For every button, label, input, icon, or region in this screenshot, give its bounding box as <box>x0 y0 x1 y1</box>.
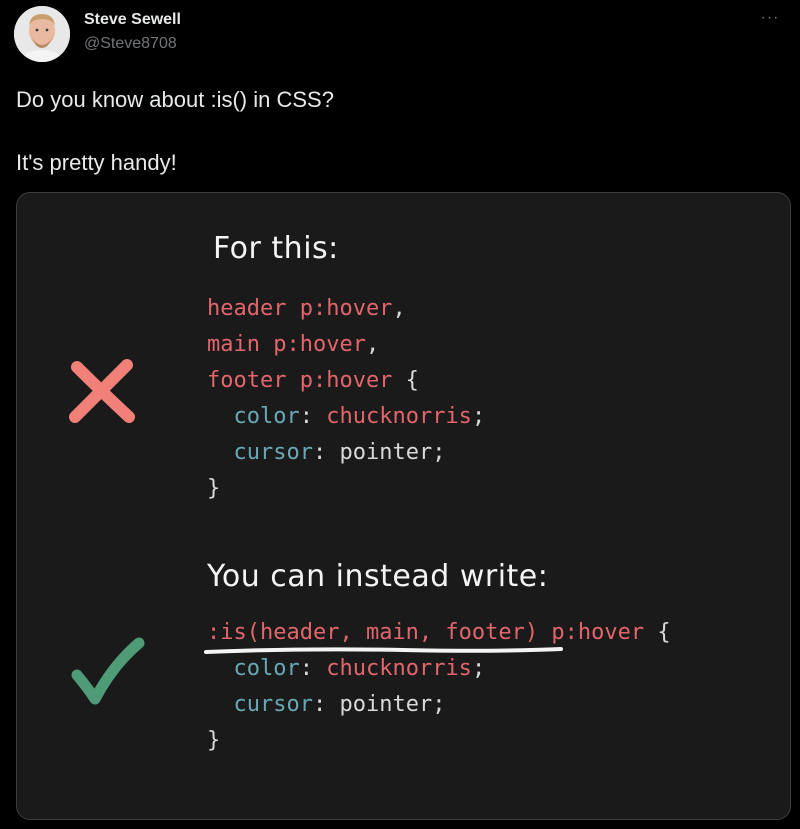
punctuation: , <box>392 296 406 321</box>
property-value: chucknorris <box>326 656 472 681</box>
code-line: cursor: pointer; <box>207 687 671 723</box>
punctuation: } <box>207 476 221 501</box>
punctuation: : <box>299 404 313 429</box>
cross-icon <box>69 359 135 423</box>
tweet-text-line-1: Do you know about :is() in CSS? <box>16 87 334 112</box>
punctuation: { <box>392 368 419 393</box>
selector-text: ) <box>524 620 539 645</box>
punctuation: : <box>312 692 327 717</box>
punctuation: { <box>644 620 671 645</box>
code-line: footer p:hover { <box>207 363 485 399</box>
tweet-media-image[interactable]: For this: header p:hover, main p:hover, fo… <box>16 192 791 820</box>
punctuation: ; <box>432 440 446 465</box>
tweet-header: Steve Sewell @Steve8708 ··· <box>14 6 786 62</box>
code-block-after: :is(header, main, footer) p:hover { colo… <box>207 615 671 759</box>
property-value: chucknorris <box>326 404 472 429</box>
selector-text: header, main, footer <box>259 620 525 645</box>
property-value: pointer <box>339 440 433 465</box>
code-line: cursor: pointer; <box>207 435 485 471</box>
tweet-text-line-2: It's pretty handy! <box>16 150 177 175</box>
property-name: cursor <box>233 440 313 465</box>
author-handle[interactable]: @Steve8708 <box>84 35 177 53</box>
punctuation: ; <box>471 656 486 681</box>
punctuation: ; <box>471 404 486 429</box>
check-icon <box>71 637 145 705</box>
handwritten-underline <box>204 647 563 654</box>
avatar-image <box>14 6 70 62</box>
more-options-button[interactable]: ··· <box>754 6 786 30</box>
punctuation: ; <box>432 692 446 717</box>
code-line: header p:hover, <box>207 291 485 327</box>
heading-before: For this: <box>213 231 339 266</box>
code-line: } <box>207 471 485 507</box>
code-line: main p:hover, <box>207 327 485 363</box>
selector-text: footer p:hover <box>207 368 393 393</box>
selector-text: header p:hover <box>207 296 393 321</box>
punctuation: : <box>299 656 313 681</box>
property-name: cursor <box>233 692 313 717</box>
punctuation: : <box>312 440 327 465</box>
author-name[interactable]: Steve Sewell <box>84 11 181 29</box>
avatar[interactable] <box>14 6 70 62</box>
selector-text: p:hover <box>538 620 645 645</box>
punctuation: } <box>207 728 221 753</box>
selector-text: :is( <box>207 620 260 645</box>
code-line: } <box>207 723 671 759</box>
code-line: color: chucknorris; <box>207 399 486 435</box>
code-block-before: header p:hover, main p:hover, footer p:hov… <box>207 291 485 507</box>
selector-text: main p:hover <box>207 332 366 357</box>
heading-after: You can instead write: <box>207 559 549 594</box>
property-name: color <box>233 404 300 429</box>
property-value: pointer <box>339 692 433 717</box>
punctuation: , <box>365 332 380 357</box>
property-name: color <box>233 656 300 681</box>
